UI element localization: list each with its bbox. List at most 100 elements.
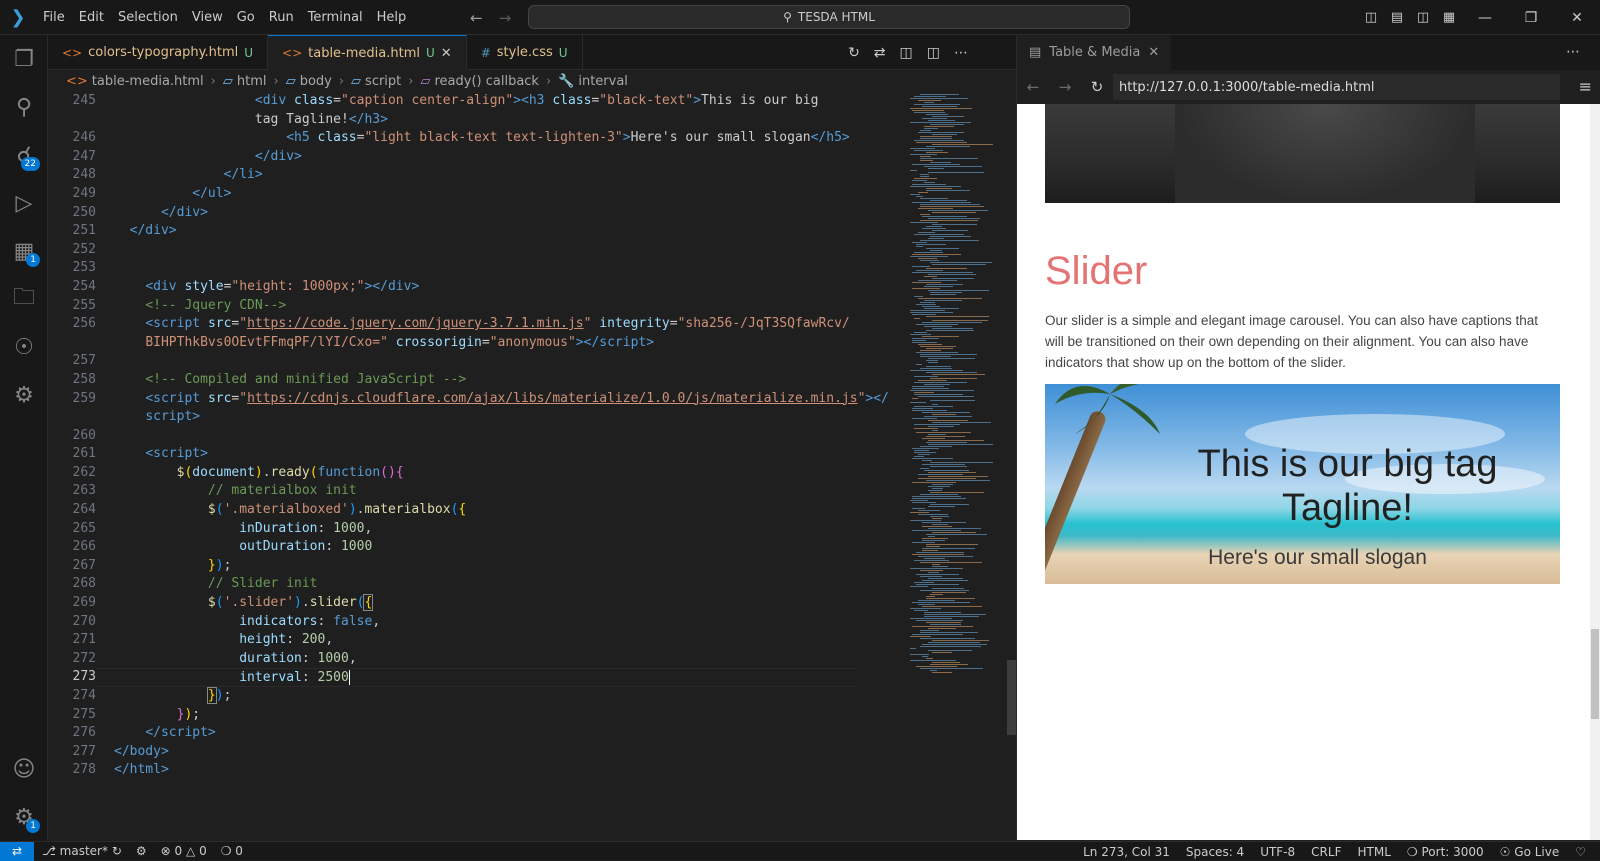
menu-file[interactable]: File (36, 0, 72, 35)
forward-arrow-icon[interactable]: → (499, 9, 512, 27)
compare-changes-icon[interactable]: ⇄ (874, 45, 886, 61)
minimap-line (916, 666, 957, 667)
git-graph-icon[interactable]: ☉ (0, 323, 48, 371)
extensions-icon[interactable]: ▦ 1 (0, 227, 48, 275)
tab-colors-typography[interactable]: <> colors-typography.html U (48, 35, 269, 70)
preview-scrollbar[interactable] (1590, 104, 1600, 840)
minimap-line (928, 440, 984, 441)
tab-table-media[interactable]: <> table-media.html U ✕ (268, 35, 467, 70)
breadcrumb-body[interactable]: body (300, 74, 332, 89)
language-mode[interactable]: HTML (1357, 845, 1390, 859)
minimap-line (914, 318, 920, 319)
element-icon: ▱ (285, 73, 296, 89)
toggle-primary-sidebar-icon[interactable]: ◫ (1358, 10, 1384, 25)
menu-selection[interactable]: Selection (111, 0, 185, 35)
url-bar[interactable]: http://127.0.0.1:3000/table-media.html (1113, 74, 1560, 100)
settings-badge: 1 (26, 819, 40, 833)
ports-count: 0 (235, 844, 243, 858)
branch-icon: ⎇ (42, 844, 56, 858)
command-center-search[interactable]: ⚲ TESDA HTML (528, 5, 1130, 29)
minimap[interactable] (908, 92, 1008, 822)
minimap-line (912, 482, 956, 483)
branch-indicator[interactable]: ⎇ master* ↻ (42, 844, 122, 858)
customize-layout-icon[interactable]: ▦ (1436, 10, 1462, 25)
gitlens-icon[interactable]: ⚙ (136, 844, 147, 858)
run-debug-icon[interactable]: ▷ (0, 179, 48, 227)
menu-edit[interactable]: Edit (72, 0, 111, 35)
minimap-line (920, 668, 983, 669)
cursor-position[interactable]: Ln 273, Col 31 (1083, 845, 1170, 859)
materialbox-image[interactable] (1045, 104, 1560, 203)
restore-icon[interactable]: ❐ (1508, 10, 1554, 26)
notifications-bell-icon[interactable]: ♡ (1575, 845, 1586, 859)
menu-view[interactable]: View (185, 0, 230, 35)
source-control-icon[interactable]: ☌ 22 (0, 131, 48, 179)
breadcrumb-html[interactable]: html (237, 74, 267, 89)
live-server-port[interactable]: ❍ Port: 3000 (1407, 845, 1484, 859)
remote-indicator-icon[interactable]: ⇄ (0, 841, 34, 861)
minimap-line (910, 500, 928, 501)
minimap-line (918, 380, 947, 381)
minimap-line (918, 396, 974, 397)
back-arrow-icon[interactable]: ← (1017, 78, 1049, 96)
problems-indicator[interactable]: ⊗ 0 △ 0 (161, 844, 207, 858)
toggle-secondary-sidebar-icon[interactable]: ◫ (1410, 10, 1436, 25)
open-preview-icon[interactable]: ◫ (900, 45, 913, 61)
minimap-line (916, 352, 958, 353)
close-tab-icon[interactable]: ✕ (441, 46, 452, 61)
end-of-line[interactable]: CRLF (1311, 845, 1341, 859)
forward-arrow-icon[interactable]: → (1049, 78, 1081, 96)
back-arrow-icon[interactable]: ← (470, 9, 483, 27)
close-icon[interactable]: ✕ (1554, 10, 1600, 26)
account-icon[interactable]: ☺ (0, 745, 48, 793)
breadcrumb-file[interactable]: table-media.html (92, 74, 204, 89)
reload-icon[interactable]: ↻ (1081, 78, 1113, 96)
tab-style-css[interactable]: # style.css U (467, 35, 583, 70)
menu-go[interactable]: Go (230, 0, 262, 35)
encoding[interactable]: UTF-8 (1260, 845, 1295, 859)
toggle-panel-icon[interactable]: ▤ (1384, 10, 1410, 25)
ports-indicator[interactable]: ❍ 0 (221, 844, 243, 858)
more-actions-icon[interactable]: ⋯ (1566, 35, 1580, 70)
timeline-icon[interactable]: ↻ (848, 45, 860, 61)
preview-page: Slider Our slider is a simple and elegan… (1017, 104, 1590, 840)
minimap-line (922, 106, 957, 107)
slider-image[interactable]: This is our big tag Tagline! Here's our … (1045, 384, 1560, 584)
folder-icon[interactable]: 🗀 (0, 275, 48, 323)
minimap-line (926, 598, 975, 599)
menu-run[interactable]: Run (262, 0, 301, 35)
minimap-line (928, 172, 984, 173)
split-editor-icon[interactable]: ◫ (927, 45, 940, 61)
line-number: 265 (72, 520, 96, 536)
code-line: inDuration: 1000, (239, 520, 373, 536)
minimap-line (922, 464, 965, 465)
search-icon[interactable]: ⚲ (0, 83, 48, 131)
minimap-line (922, 550, 938, 551)
go-live-button[interactable]: ☉ Go Live (1500, 845, 1560, 859)
minimap-line (926, 658, 933, 659)
more-actions-icon[interactable]: ⋯ (954, 45, 968, 61)
editor-scrollbar-thumb[interactable] (1007, 660, 1016, 735)
menu-help[interactable]: Help (370, 0, 414, 35)
indentation[interactable]: Spaces: 4 (1186, 845, 1244, 859)
preview-scrollbar-thumb[interactable] (1591, 629, 1599, 719)
menu-icon[interactable]: ≡ (1579, 70, 1592, 104)
minimap-line (916, 304, 936, 305)
tab-table-media-preview[interactable]: ▤ Table & Media ✕ (1017, 35, 1172, 70)
minimap-line (922, 538, 948, 539)
breadcrumb-callback[interactable]: ready() callback (434, 74, 538, 89)
settings-gear-icon[interactable]: ⚙ 1 (0, 793, 48, 841)
explorer-icon[interactable]: ❐ (0, 35, 48, 83)
minimap-line (914, 582, 934, 583)
minimap-line (926, 268, 967, 269)
menu-terminal[interactable]: Terminal (301, 0, 370, 35)
breadcrumb-interval[interactable]: interval (578, 74, 628, 89)
breadcrumb-script[interactable]: script (365, 74, 401, 89)
minimap-line (930, 516, 949, 517)
minimap-line (910, 648, 916, 649)
code-editor[interactable]: 245 <div class="caption center-align"><h… (48, 92, 908, 822)
minimize-icon[interactable]: — (1462, 10, 1508, 26)
close-tab-icon[interactable]: ✕ (1148, 45, 1159, 60)
line-number (48, 334, 96, 353)
remote-explorer-icon[interactable]: ⚙ (0, 371, 48, 419)
